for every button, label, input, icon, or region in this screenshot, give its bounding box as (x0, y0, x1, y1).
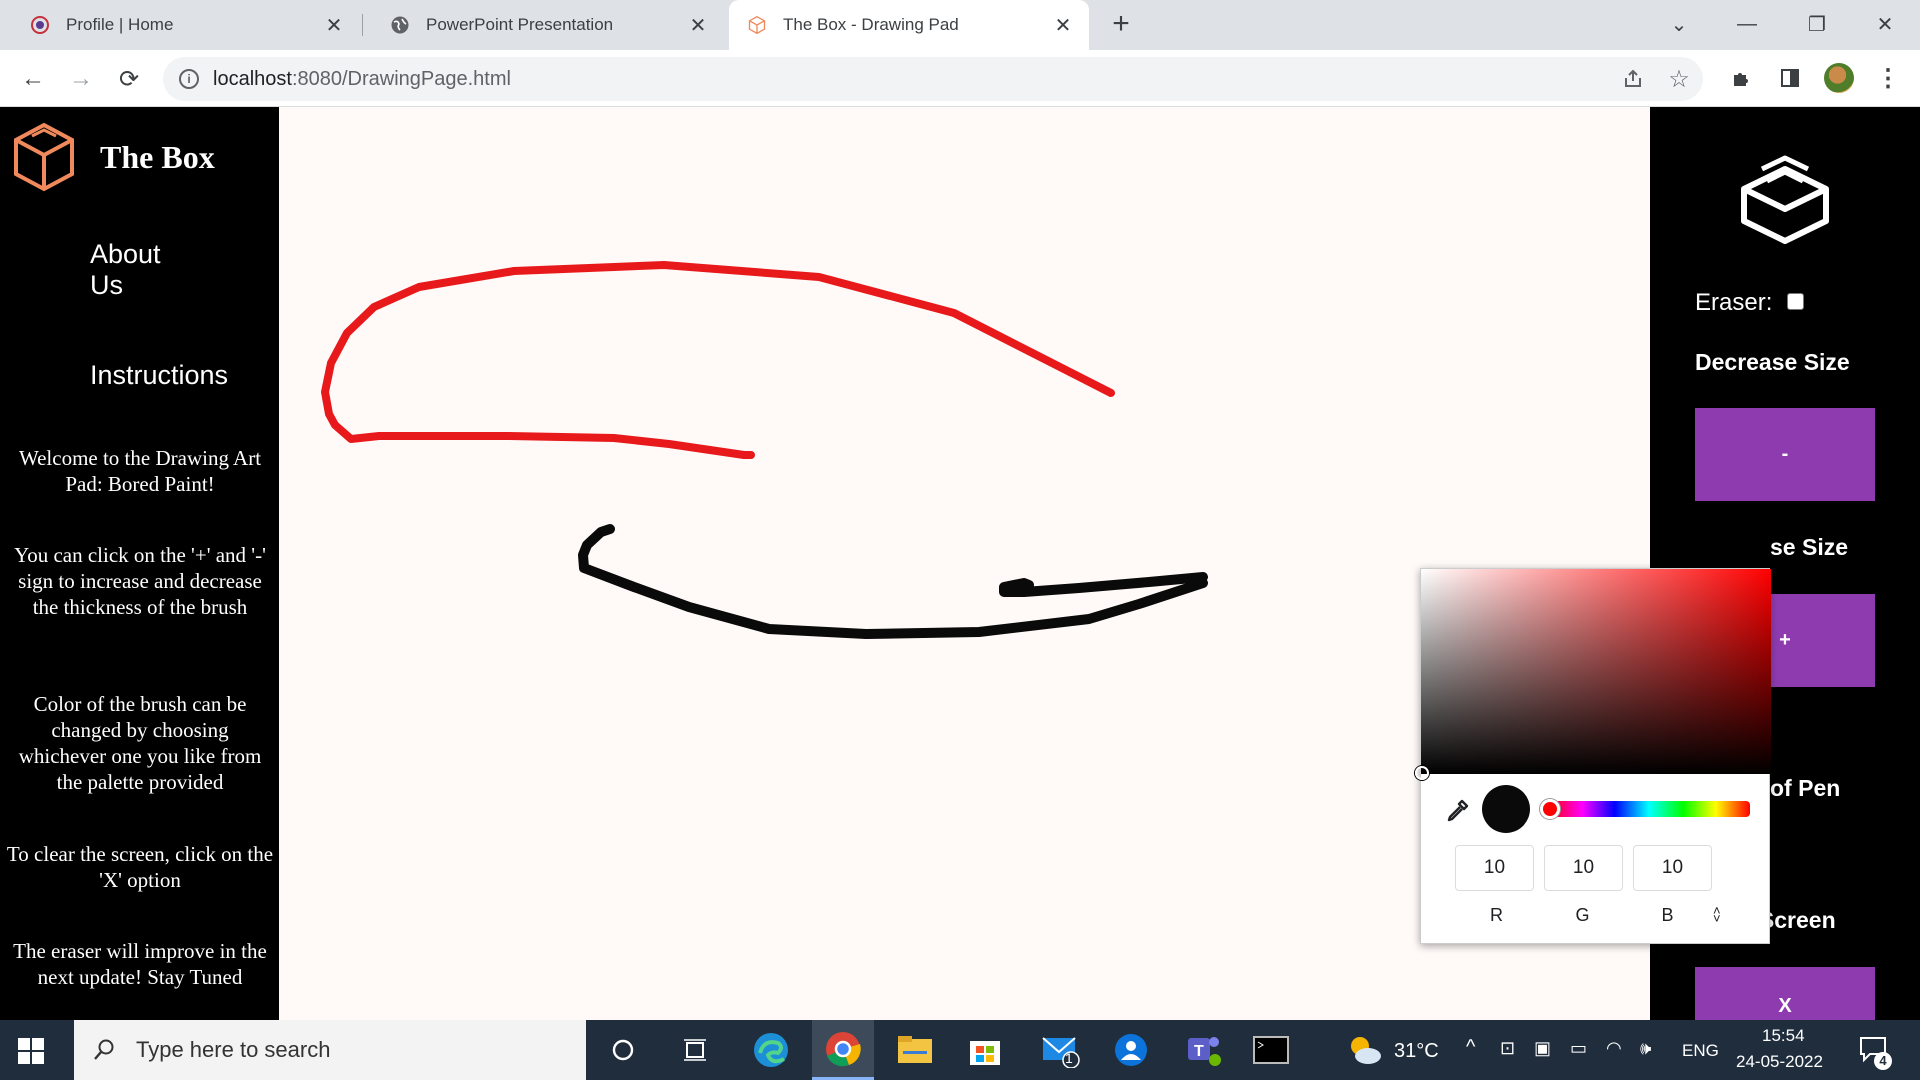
file-explorer-icon[interactable] (884, 1020, 946, 1080)
tab-close-icon[interactable]: ✕ (322, 13, 346, 37)
blue-label: B (1661, 905, 1674, 925)
green-input[interactable]: 10 (1544, 845, 1623, 891)
address-bar[interactable]: i localhost:8080/DrawingPage.html ☆ (163, 57, 1703, 101)
teams-icon[interactable]: T (1172, 1020, 1234, 1080)
battery-icon[interactable]: ▭ (1570, 1038, 1587, 1059)
clock-time[interactable]: 15:54 (1762, 1026, 1805, 1046)
hue-slider-thumb[interactable] (1540, 799, 1560, 819)
weather-icon[interactable] (1346, 1034, 1382, 1066)
browser-toolbar: ← → ⟳ i localhost:8080/DrawingPage.html … (0, 50, 1920, 107)
reload-icon[interactable]: ⟳ (112, 62, 146, 96)
eraser-checkbox[interactable] (1787, 293, 1804, 310)
increase-size-label: se Size (1770, 534, 1848, 560)
eraser-note: The eraser will improve in the next upda… (13, 939, 267, 989)
green-label: G (1575, 905, 1590, 925)
bookmark-star-icon[interactable]: ☆ (1667, 66, 1691, 93)
terminal-icon[interactable] (1240, 1020, 1302, 1080)
taskbar-search[interactable]: Type here to search (74, 1020, 586, 1080)
tab-profile-home[interactable]: Profile | Home ✕ (0, 0, 360, 50)
color-instructions: Color of the brush can be changed by cho… (18, 692, 262, 794)
forward-arrow-icon[interactable]: → (64, 62, 98, 96)
site-info-icon[interactable]: i (179, 69, 199, 89)
back-arrow-icon[interactable]: ← (16, 62, 50, 96)
task-view-icon[interactable] (664, 1020, 726, 1080)
restore-button[interactable]: ❐ (1792, 6, 1842, 42)
minimize-button[interactable]: — (1722, 6, 1772, 42)
globe-icon (390, 15, 410, 35)
share-icon[interactable] (1621, 67, 1645, 91)
search-icon (94, 1039, 114, 1060)
extensions-puzzle-icon[interactable] (1728, 64, 1756, 92)
search-placeholder: Type here to search (136, 1037, 331, 1062)
language-indicator[interactable]: ENG (1682, 1041, 1719, 1061)
side-panel-icon[interactable] (1776, 64, 1804, 92)
new-tab-button[interactable]: + (1106, 9, 1136, 40)
decrease-size-button[interactable]: - (1695, 408, 1875, 501)
tab-close-icon[interactable]: ✕ (1051, 13, 1075, 37)
nav-about-us[interactable]: About Us (90, 239, 200, 301)
welcome-text: Welcome to the Drawing Art Pad: Bored Pa… (18, 446, 262, 496)
box-favicon-icon (747, 15, 767, 35)
clear-screen-button[interactable]: X (1695, 967, 1875, 1020)
nav-instructions[interactable]: Instructions (90, 360, 228, 391)
profile-favicon-icon (30, 15, 50, 35)
clear-instructions: To clear the screen, click on the 'X' op… (6, 842, 274, 892)
red-stroke (321, 261, 1115, 459)
hue-slider[interactable] (1548, 801, 1750, 817)
red-input[interactable]: 10 (1455, 845, 1534, 891)
box-logo-icon (14, 122, 74, 192)
menu-kebab-icon[interactable]: ⋮ (1874, 64, 1902, 92)
decrease-size-label: Decrease Size (1695, 349, 1850, 375)
drawing-page: The Box About Us Instructions Welcome to… (0, 107, 1920, 1020)
color-preview (1482, 785, 1530, 833)
microsoft-store-icon[interactable] (954, 1020, 1016, 1080)
chrome-browser-icon[interactable] (812, 1020, 874, 1080)
show-hidden-icons-chevron-icon[interactable]: ^ (1466, 1036, 1475, 1059)
url-path: :8080/DrawingPage.html (291, 68, 511, 90)
tab-title: Profile | Home (66, 15, 174, 34)
saturation-value-area[interactable] (1421, 569, 1771, 774)
eraser-label: Eraser: (1695, 289, 1773, 316)
cortana-icon[interactable] (592, 1020, 654, 1080)
mail-badge: 1 (1065, 1050, 1073, 1066)
left-sidebar: The Box About Us Instructions Welcome to… (0, 107, 279, 1020)
brush-size-instructions: You can click on the '+' and '-' sign to… (14, 543, 266, 619)
windows-taskbar: Type here to search 1 T 31°C ^ ⊡ ▣ ▭ ◠ 🕪… (0, 1020, 1920, 1080)
mail-icon[interactable]: 1 (1030, 1020, 1092, 1080)
box-logo-icon (1741, 155, 1829, 244)
url-text[interactable]: localhost:8080/DrawingPage.html (213, 68, 511, 91)
weather-temperature[interactable]: 31°C (1394, 1040, 1439, 1063)
red-label: R (1490, 905, 1503, 925)
windows-start-icon[interactable] (18, 1038, 44, 1064)
wifi-icon[interactable]: ◠ (1606, 1038, 1622, 1059)
saturation-cursor[interactable] (1415, 766, 1429, 780)
eyedropper-icon[interactable] (1443, 797, 1471, 825)
tab-drawing-pad[interactable]: The Box - Drawing Pad ✕ (729, 0, 1089, 50)
pen-color-label: of Pen (1770, 775, 1841, 801)
brand[interactable]: The Box (12, 121, 215, 193)
tab-title: The Box - Drawing Pad (783, 15, 959, 34)
tab-title: PowerPoint Presentation (426, 15, 614, 34)
svg-text:T: T (1194, 1043, 1204, 1060)
onedrive-person-icon[interactable] (1100, 1020, 1162, 1080)
color-picker-popup: 10 10 10 R G B ˄ ˅ (1415, 568, 1771, 944)
blue-input[interactable]: 10 (1633, 845, 1712, 891)
tab-search-chevron-icon[interactable]: ⌄ (1654, 6, 1704, 42)
notification-count: 4 (1874, 1052, 1892, 1070)
close-window-button[interactable]: ✕ (1860, 6, 1910, 42)
brand-title: The Box (100, 138, 215, 175)
edge-browser-icon[interactable] (740, 1020, 802, 1080)
clock-date[interactable]: 24-05-2022 (1736, 1052, 1823, 1072)
tab-powerpoint[interactable]: PowerPoint Presentation ✕ (362, 0, 724, 50)
tab-close-icon[interactable]: ✕ (686, 13, 710, 37)
tab-bar: Profile | Home ✕ PowerPoint Presentation… (0, 0, 1920, 50)
security-tray-icon[interactable]: ▣ (1534, 1038, 1551, 1059)
url-host: localhost (213, 68, 292, 90)
meet-now-icon[interactable]: ⊡ (1500, 1038, 1515, 1059)
volume-icon[interactable]: 🕪 (1640, 1038, 1651, 1059)
format-toggle-icon[interactable]: ˄ ˅ (1713, 904, 1721, 925)
profile-avatar[interactable] (1824, 63, 1854, 93)
